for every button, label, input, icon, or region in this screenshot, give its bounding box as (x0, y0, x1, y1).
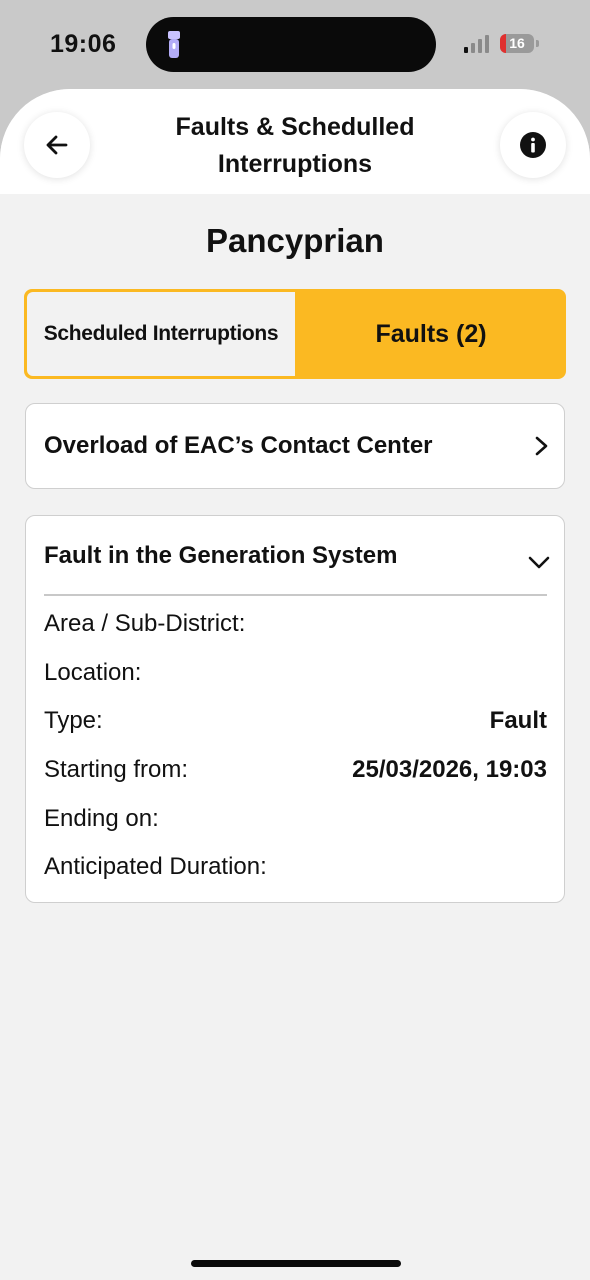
header: Faults & Schedulled Interruptions (0, 89, 590, 194)
detail-row-location: Location: (44, 659, 547, 699)
battery-level: 16 (509, 35, 525, 51)
tab-faults[interactable]: Faults (2) (296, 289, 566, 379)
dynamic-island (146, 17, 436, 72)
detail-value: 25/03/2026, 19:03 (352, 756, 547, 783)
status-time: 19:06 (50, 30, 117, 58)
detail-row-ending-on: Ending on: (44, 805, 547, 845)
chevron-down-icon (528, 556, 550, 569)
detail-label: Starting from: (44, 756, 189, 783)
fault-card-collapsed[interactable]: Overload of EAC’s Contact Center (25, 403, 565, 489)
fault-card-expanded[interactable]: Fault in the Generation System Area / Su… (25, 515, 565, 903)
tab-bar: Scheduled Interruptions Faults (2) (24, 289, 566, 379)
detail-label: Ending on: (44, 805, 159, 832)
screen-sheet: Faults & Schedulled Interruptions Pancyp… (0, 89, 590, 1280)
status-bar: 19:06 16 (0, 0, 590, 90)
info-icon (520, 132, 546, 158)
battery-icon: 16 (500, 34, 540, 54)
chevron-right-icon (535, 436, 548, 456)
back-button[interactable] (24, 112, 90, 178)
region-title: Pancyprian (206, 222, 384, 259)
fault-title: Overload of EAC’s Contact Center (44, 432, 433, 459)
detail-label: Type: (44, 707, 103, 734)
detail-value: Fault (489, 707, 547, 734)
info-button[interactable] (500, 112, 566, 178)
home-indicator[interactable] (191, 1260, 401, 1267)
fault-title: Fault in the Generation System (44, 542, 398, 569)
page-title-line-2: Interruptions (217, 150, 373, 178)
divider (44, 594, 547, 596)
arrow-left-icon (46, 135, 68, 155)
detail-label: Area / Sub-District: (44, 610, 246, 637)
tab-scheduled-interruptions[interactable]: Scheduled Interruptions (27, 292, 295, 376)
detail-row-starting-from: Starting from: 25/03/2026, 19:03 (44, 756, 547, 796)
detail-row-area: Area / Sub-District: (44, 610, 547, 650)
flashlight-icon (168, 31, 180, 58)
detail-row-anticipated-duration: Anticipated Duration: (44, 853, 547, 893)
detail-label: Location: (44, 659, 142, 686)
detail-row-type: Type: Fault (44, 707, 547, 747)
detail-label: Anticipated Duration: (44, 853, 267, 880)
page-title-line-1: Faults & Schedulled (175, 113, 415, 141)
cellular-signal-icon (464, 35, 489, 53)
page-title: Faults & Schedulled Interruptions (140, 109, 450, 183)
